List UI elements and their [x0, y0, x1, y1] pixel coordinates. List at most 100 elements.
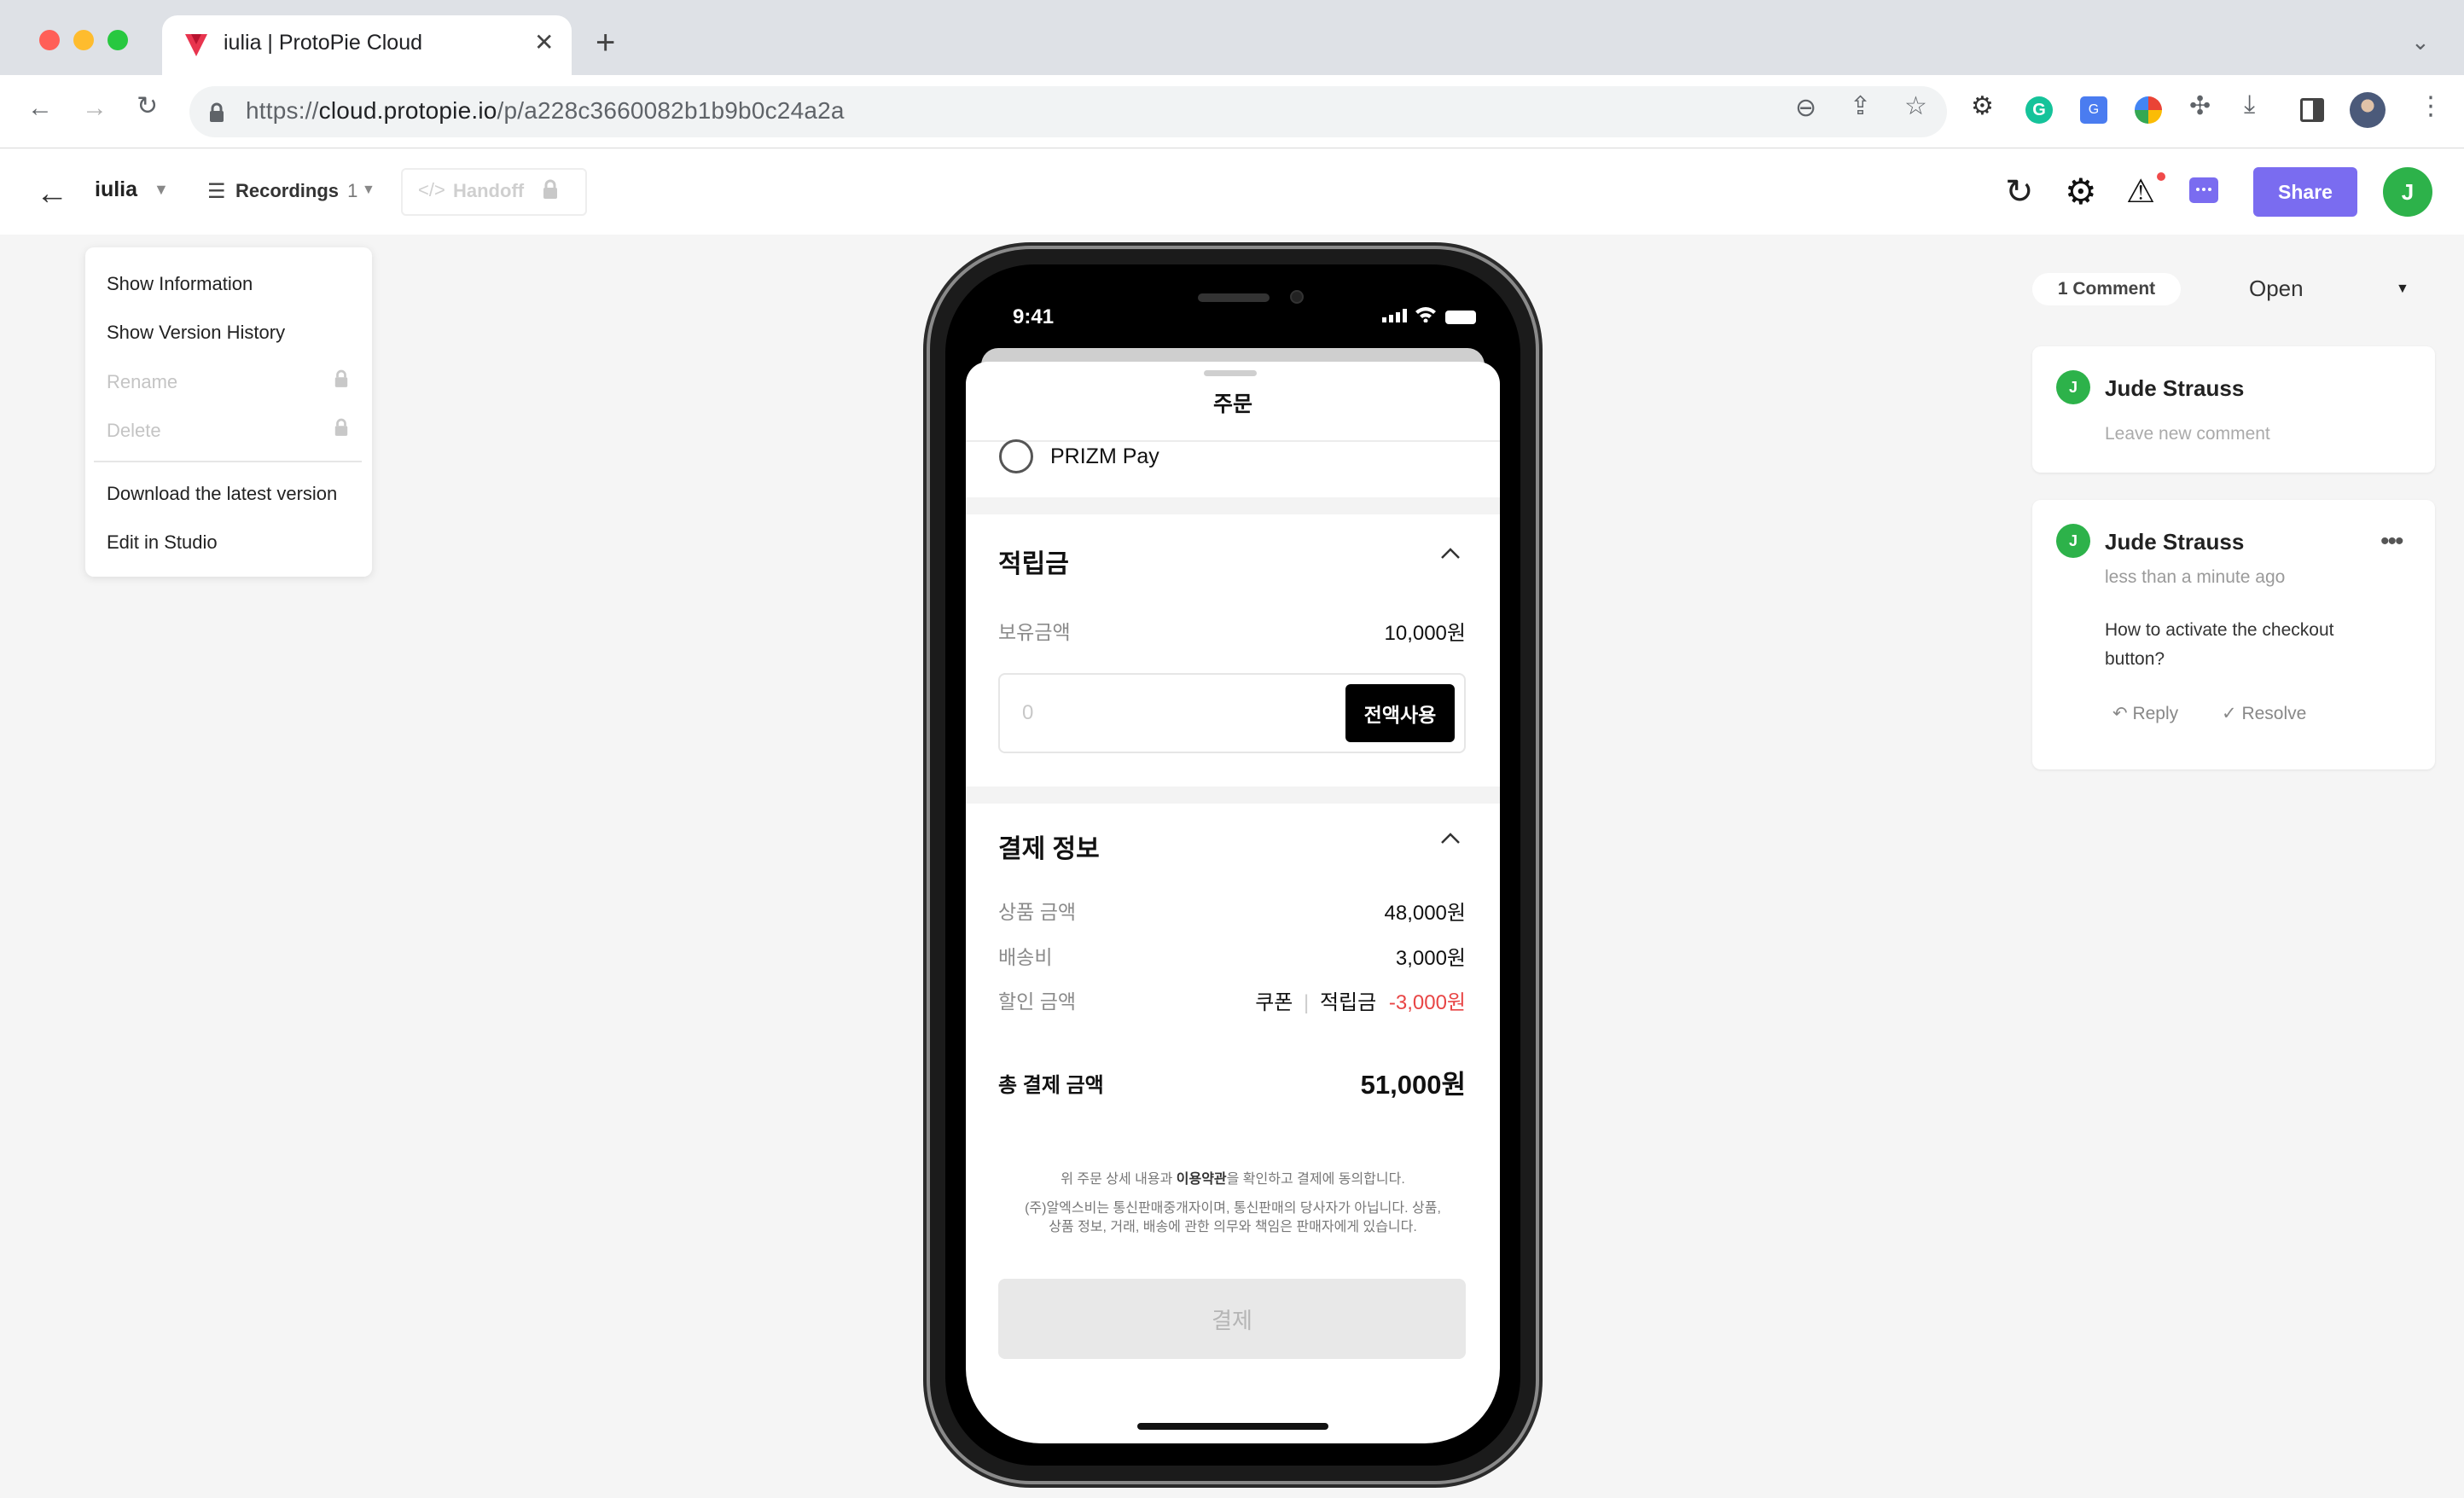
terms-notice: 위 주문 상세 내용과 이용약관을 확인하고 결제에 동의합니다. (주)알엑스… — [981, 1170, 1485, 1237]
project-dropdown-icon[interactable]: ▼ — [154, 181, 169, 199]
menu-item-download-latest[interactable]: Download the latest version — [107, 483, 337, 505]
reload-icon[interactable]: ↻ — [137, 94, 158, 119]
menu-item-show-version-history[interactable]: Show Version History — [107, 322, 285, 344]
payment-radio[interactable] — [999, 439, 1033, 473]
handoff-lock-icon — [542, 179, 559, 204]
comment-text: How to activate the checkout button? — [2105, 616, 2333, 674]
settings-gear-icon[interactable]: ⚙ — [2065, 171, 2097, 212]
zoom-icon[interactable]: ⊖ — [1795, 96, 1816, 121]
forward-icon[interactable]: → — [82, 96, 108, 121]
browser-menu-icon[interactable]: ⋮ — [2418, 94, 2444, 119]
terms-link[interactable]: 이용약관 — [1177, 1172, 1227, 1187]
section-spacer — [966, 497, 1500, 514]
discount-value: -3,000원 — [1388, 991, 1466, 1014]
discount-points: 적립금 — [1319, 991, 1377, 1014]
filter-dropdown-icon[interactable]: ▼ — [2396, 282, 2409, 297]
reply-icon: ↶ — [2112, 704, 2128, 723]
recordings-menu[interactable]: Recordings 1 — [235, 180, 357, 202]
payment-info-collapse-icon[interactable] — [1440, 831, 1461, 849]
sheet-handle[interactable] — [1204, 370, 1257, 376]
discount-label: 할인 금액 — [998, 990, 1077, 1013]
points-balance-value: 10,000원 — [1384, 622, 1467, 645]
menu-item-rename: Rename — [107, 371, 178, 392]
new-comment-card — [2032, 346, 2435, 473]
comment-filter-dropdown[interactable]: Open — [2249, 276, 2304, 302]
url-prefix: https:// — [246, 97, 319, 124]
menu-item-show-information[interactable]: Show Information — [107, 273, 253, 295]
side-panel-icon[interactable] — [2300, 98, 2324, 122]
recordings-list-icon: ☰ — [207, 180, 226, 203]
lock-icon — [208, 102, 225, 127]
use-all-points-button[interactable]: 전액사용 — [1345, 684, 1455, 742]
minimize-window-button[interactable] — [73, 30, 94, 50]
terms-line-1-post: 을 확인하고 결제에 동의합니다. — [1226, 1172, 1405, 1187]
url-text[interactable]: https://cloud.protopie.io/p/a228c3660082… — [246, 97, 845, 125]
color-picker-icon[interactable] — [2135, 96, 2162, 124]
user-avatar[interactable]: J — [2383, 167, 2432, 217]
user-avatar-letter: J — [2401, 178, 2415, 205]
project-name[interactable]: iulia — [95, 177, 137, 202]
reply-button[interactable]: ↶ Reply — [2112, 703, 2178, 724]
recordings-count: 1 — [347, 180, 358, 201]
use-all-points-label: 전액사용 — [1363, 704, 1437, 726]
comment-filter-label: Open — [2249, 276, 2304, 301]
phone-speaker — [1198, 293, 1270, 302]
extensions-puzzle-icon[interactable]: ✣ — [2189, 94, 2211, 119]
refresh-icon[interactable]: ↻ — [2005, 172, 2034, 212]
download-icon[interactable]: ⤓ — [2244, 92, 2255, 118]
comment-count-label: 1 Comment — [2057, 279, 2156, 299]
close-tab-icon[interactable]: ✕ — [534, 31, 554, 55]
recordings-dropdown-icon[interactable]: ▼ — [362, 183, 375, 198]
translate-icon[interactable]: G — [2080, 96, 2107, 124]
menu-item-edit-in-studio[interactable]: Edit in Studio — [107, 531, 218, 554]
bookmark-star-icon[interactable]: ☆ — [1904, 94, 1927, 119]
warning-icon[interactable]: ⚠ — [2126, 172, 2155, 211]
menu-divider — [94, 461, 362, 462]
maximize-window-button[interactable] — [108, 30, 128, 50]
url-path: /p/a228c3660082b1b9b0c24a2a — [497, 97, 845, 124]
share-page-icon[interactable]: ⇪ — [1850, 94, 1871, 119]
handoff-label: Handoff — [453, 180, 525, 201]
comment-text-line-1: How to activate the checkout — [2105, 620, 2334, 640]
back-arrow-icon[interactable]: ← — [36, 176, 68, 212]
points-balance-label: 보유금액 — [998, 621, 1071, 643]
phone-camera — [1290, 290, 1304, 304]
points-input-placeholder: 0 — [1022, 701, 1034, 724]
new-comment-author: Jude Strauss — [2105, 375, 2245, 401]
comment-author: Jude Strauss — [2105, 529, 2245, 554]
resolve-button[interactable]: ✓ Resolve — [2222, 703, 2306, 724]
profile-avatar[interactable] — [2350, 92, 2386, 128]
comment-more-icon[interactable]: ••• — [2380, 527, 2403, 556]
url-host: cloud.protopie.io — [318, 97, 497, 124]
comments-icon[interactable] — [2189, 177, 2218, 203]
total-label: 총 결제 금액 — [998, 1074, 1104, 1097]
section-spacer-2 — [966, 787, 1500, 804]
new-comment-input[interactable]: Leave new comment — [2105, 424, 2270, 444]
close-window-button[interactable] — [39, 30, 60, 50]
points-collapse-icon[interactable] — [1440, 546, 1461, 564]
reply-label: Reply — [2132, 704, 2179, 723]
project-menu — [85, 247, 372, 577]
share-label: Share — [2278, 180, 2333, 203]
total-value: 51,000원 — [1360, 1070, 1466, 1100]
sheet-title: 주문 — [1212, 392, 1252, 416]
shipping-value: 3,000원 — [1395, 947, 1466, 970]
menu-item-delete: Delete — [107, 420, 161, 441]
payment-option-label[interactable]: PRIZM Pay — [1050, 444, 1159, 469]
discount-separator: | — [1304, 991, 1310, 1014]
tab-search-icon[interactable]: ⌄ — [2411, 31, 2430, 53]
protopie-favicon-icon — [183, 31, 210, 62]
signal-icon — [1382, 309, 1407, 322]
shipping-label: 배송비 — [998, 946, 1053, 968]
extension-gear-icon[interactable]: ⚙ — [1971, 94, 1994, 119]
back-icon[interactable]: ← — [27, 96, 53, 121]
product-amount-label: 상품 금액 — [998, 901, 1077, 923]
wifi-icon — [1415, 305, 1437, 327]
terms-line-3: 상품 정보, 거래, 배송에 관한 의무와 책임은 판매자에게 있습니다. — [1049, 1220, 1417, 1234]
new-comment-avatar: J — [2056, 370, 2090, 404]
grammarly-icon[interactable]: G — [2025, 96, 2053, 124]
share-button[interactable]: Share — [2253, 167, 2357, 217]
payment-info-title: 결제 정보 — [998, 835, 1100, 863]
pay-button[interactable]: 결제 — [998, 1279, 1466, 1359]
new-tab-button[interactable]: + — [596, 26, 615, 60]
